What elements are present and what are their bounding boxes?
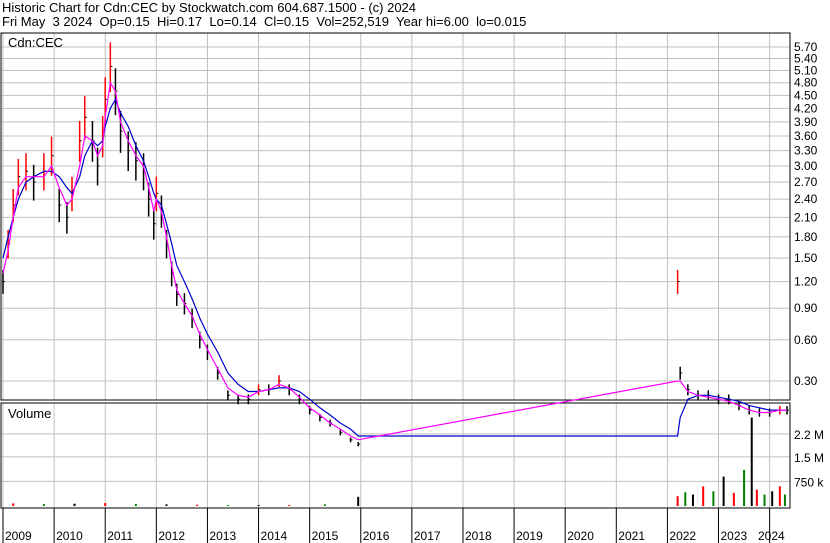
volume-bar	[165, 504, 168, 506]
volume-axis-labels: 2.2 M 1.5 M 750 k	[794, 428, 824, 490]
volume-bar	[42, 504, 45, 506]
price-tick-label: 3.60	[794, 129, 818, 143]
price-tick-label: 3.90	[794, 115, 818, 129]
price-tick-label: 2.40	[794, 192, 818, 206]
price-panel-frame	[0, 32, 791, 401]
year-label: 2015	[312, 529, 339, 543]
price-tick-label: 1.20	[794, 275, 818, 289]
year-label: 2010	[56, 529, 83, 543]
volume-bar	[134, 504, 137, 506]
price-grid	[1, 33, 790, 400]
symbol-label: Cdn:CEC	[8, 35, 63, 50]
volume-bar	[323, 504, 326, 506]
year-label: 2022	[669, 529, 696, 543]
year-label: 2009	[5, 529, 32, 543]
volume-bar	[702, 486, 705, 506]
volume-bar	[676, 496, 679, 506]
volume-label: Volume	[8, 406, 51, 421]
volume-bar	[778, 486, 781, 506]
volume-bar	[73, 503, 76, 506]
year-label: 2018	[465, 529, 492, 543]
price-tick-label: 4.20	[794, 101, 818, 115]
price-tick-label: 1.50	[794, 251, 818, 265]
price-tick-label: 3.30	[794, 144, 818, 158]
year-axis-labels: 2009 2010 2011 2012 2013 2014 2015 2016 2017 2018…	[2, 508, 785, 543]
price-axis-labels: 5.705.405.104.804.504.203.903.603.303.00…	[794, 40, 818, 388]
price-tick-label: 3.00	[794, 159, 818, 173]
price-volume-chart: 5.705.405.104.804.504.203.903.603.303.00…	[0, 32, 824, 543]
year-label: 2020	[567, 529, 594, 543]
volume-bar	[771, 491, 774, 506]
volume-bar	[722, 476, 725, 506]
volume-bar	[732, 492, 735, 506]
volume-bar	[12, 503, 15, 506]
volume-bar	[755, 489, 758, 506]
year-label: 2021	[618, 529, 645, 543]
volume-grid	[1, 403, 790, 508]
year-label: 2024	[758, 529, 785, 543]
volume-bar	[763, 494, 766, 506]
year-label: 2011	[107, 529, 133, 543]
price-tick-label: 2.10	[794, 210, 818, 224]
volume-bar	[257, 505, 260, 506]
volume-tick-label: 1.5 M	[794, 451, 824, 465]
year-label: 2019	[516, 529, 543, 543]
year-label: 2014	[261, 529, 288, 543]
volume-bar	[104, 503, 107, 506]
price-tick-label: 0.90	[794, 301, 818, 315]
volume-bar	[226, 505, 229, 506]
price-tick-label: 0.30	[794, 374, 818, 388]
volume-bar	[712, 491, 715, 506]
volume-bar	[691, 494, 694, 506]
volume-bars	[12, 417, 786, 506]
volume-bar	[743, 469, 746, 506]
year-label: 2017	[414, 529, 441, 543]
price-tick-label: 0.60	[794, 333, 818, 347]
volume-bar	[357, 496, 360, 506]
volume-tick-label: 750 k	[794, 475, 824, 489]
volume-tick-label: 2.2 M	[794, 428, 824, 442]
price-bars	[2, 42, 789, 447]
volume-bar	[783, 494, 786, 506]
volume-bar	[750, 417, 753, 506]
year-label: 2023	[721, 529, 748, 543]
volume-bar	[684, 492, 687, 506]
price-tick-label: 4.50	[794, 88, 818, 102]
year-label: 2016	[363, 529, 390, 543]
volume-bar	[288, 505, 291, 506]
price-tick-label: 2.70	[794, 175, 818, 189]
volume-bar	[196, 504, 199, 506]
volume-panel-frame	[0, 402, 791, 509]
year-label: 2012	[158, 529, 185, 543]
year-label: 2013	[209, 529, 236, 543]
price-tick-label: 1.80	[794, 230, 818, 244]
